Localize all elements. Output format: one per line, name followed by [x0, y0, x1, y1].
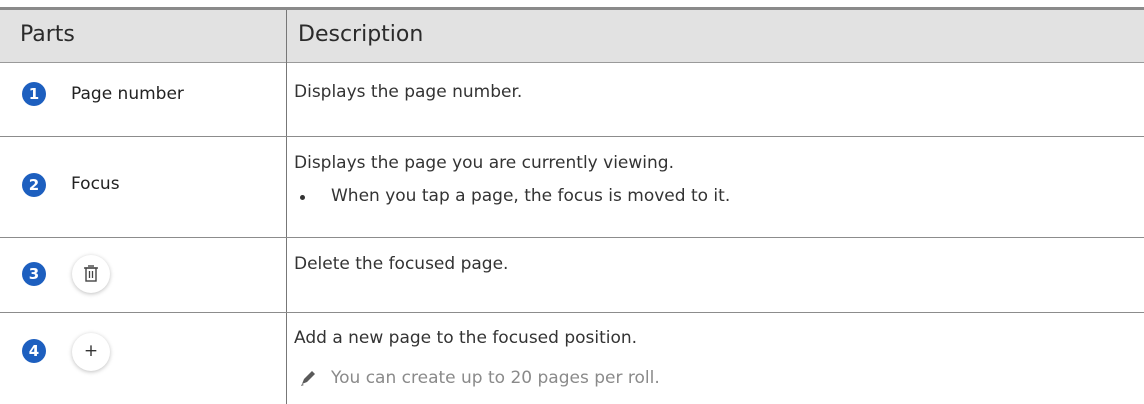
header-parts: Parts	[20, 22, 75, 47]
trash-icon	[84, 265, 98, 282]
number-badge: 2	[22, 173, 46, 197]
number-badge: 4	[22, 339, 46, 363]
part-label-page-number: Page number	[71, 84, 184, 104]
add-page-button[interactable]: +	[72, 333, 110, 371]
pencil-icon	[301, 371, 315, 386]
plus-icon: +	[83, 341, 99, 361]
description-text: Displays the page you are currently view…	[294, 153, 674, 173]
table-header: Parts Description	[0, 10, 1144, 63]
description-text: Add a new page to the focused position.	[294, 328, 638, 348]
table-row: 4 + Add a new page to the focused positi…	[0, 313, 1144, 404]
part-label-focus: Focus	[71, 174, 120, 194]
table-row: 3 Delete the focused page.	[0, 238, 1144, 312]
bullet-text: When you tap a page, the focus is moved …	[331, 186, 731, 206]
number-badge: 1	[22, 82, 46, 106]
bullet-dot	[300, 195, 305, 200]
table-row: 1 Page number Displays the page number.	[0, 62, 1144, 136]
number-badge: 3	[22, 262, 46, 286]
parts-table: Parts Description 1 Page number Displays…	[0, 7, 1144, 404]
delete-page-button[interactable]	[72, 255, 110, 293]
table-row: 2 Focus Displays the page you are curren…	[0, 137, 1144, 237]
header-description: Description	[298, 22, 424, 47]
description-text: Delete the focused page.	[294, 254, 509, 274]
note-text: You can create up to 20 pages per roll.	[331, 368, 660, 388]
description-text: Displays the page number.	[294, 82, 523, 102]
